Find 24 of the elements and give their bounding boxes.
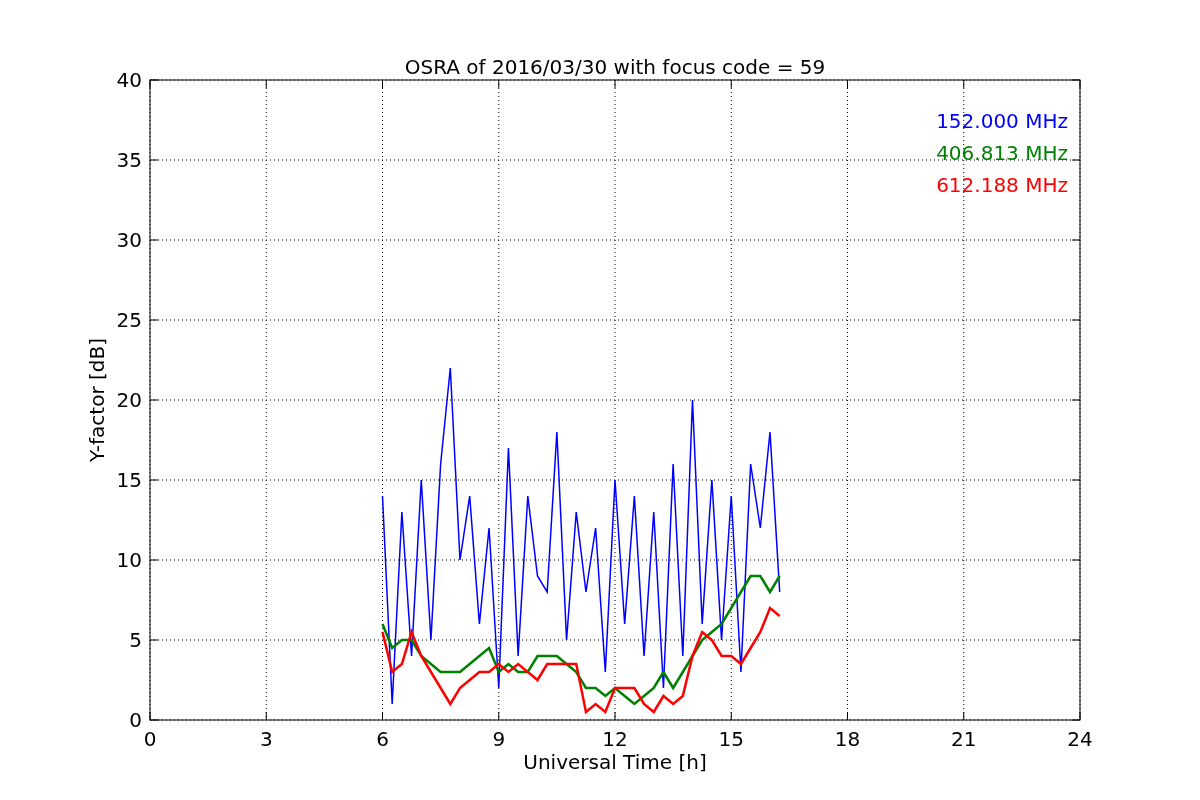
chart-title: OSRA of 2016/03/30 with focus code = 59 xyxy=(404,55,826,79)
legend-label: 406.813 MHz xyxy=(936,141,1068,165)
x-tick-label: 12 xyxy=(602,727,628,751)
y-tick-label: 25 xyxy=(116,308,142,332)
x-tick-label: 15 xyxy=(718,727,744,751)
y-tick-label: 35 xyxy=(116,148,142,172)
y-tick-label: 20 xyxy=(116,388,142,412)
y-tick-label: 15 xyxy=(116,468,142,492)
x-tick-label: 3 xyxy=(259,727,273,751)
y-tick-label: 0 xyxy=(129,708,142,732)
x-tick-label: 24 xyxy=(1067,727,1093,751)
legend-label: 152.000 MHz xyxy=(936,109,1068,133)
y-axis-label: Y-factor [dB] xyxy=(85,338,109,462)
x-tick-label: 18 xyxy=(834,727,861,751)
legend-label: 612.188 MHz xyxy=(936,173,1068,197)
y-tick-label: 30 xyxy=(116,228,142,252)
x-tick-label: 0 xyxy=(143,727,157,751)
x-tick-label: 21 xyxy=(951,727,977,751)
x-axis-label: Universal Time [h] xyxy=(523,750,707,774)
y-tick-label: 10 xyxy=(116,548,142,572)
y-tick-label: 40 xyxy=(116,68,142,92)
y-tick-label: 5 xyxy=(129,628,142,652)
x-tick-label: 6 xyxy=(376,727,389,751)
x-tick-label: 9 xyxy=(492,727,506,751)
